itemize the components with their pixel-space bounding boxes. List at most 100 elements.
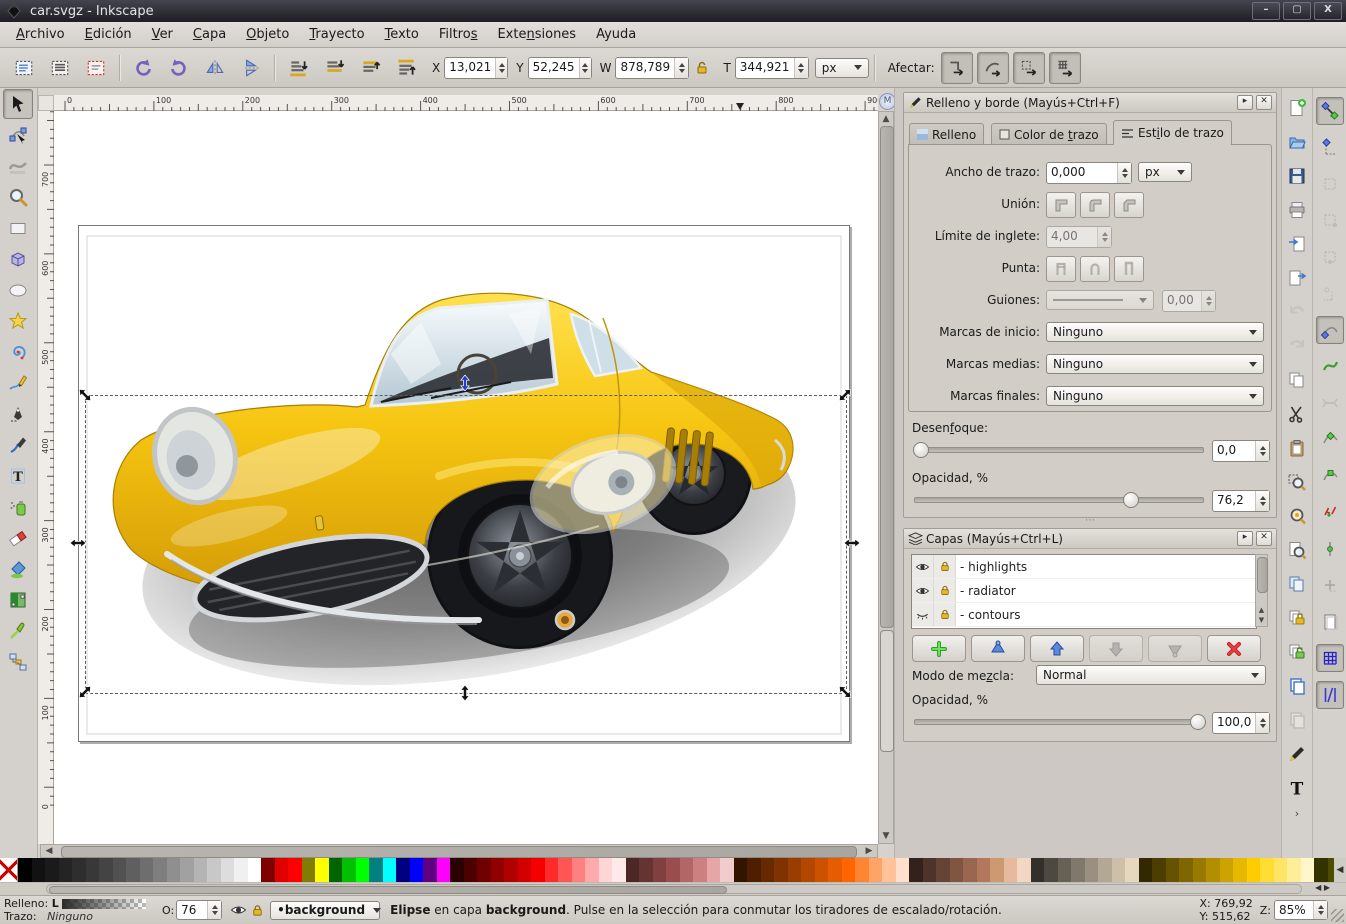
- command-zoom-drawing[interactable]: [1283, 502, 1311, 530]
- layer-raise-button[interactable]: [1030, 635, 1084, 662]
- palette-swatch[interactable]: [545, 858, 559, 882]
- zoom-input[interactable]: 85%: [1274, 900, 1328, 920]
- palette-swatch[interactable]: [1058, 858, 1072, 882]
- cap-square-button[interactable]: [1114, 256, 1144, 282]
- palette-swatch[interactable]: [585, 858, 599, 882]
- tab-stroke-paint[interactable]: Color de trazo: [991, 123, 1107, 145]
- palette-swatch[interactable]: [842, 858, 856, 882]
- palette-swatch[interactable]: [45, 858, 59, 882]
- command-clone[interactable]: [1283, 672, 1311, 700]
- palette-swatch[interactable]: [99, 858, 113, 882]
- panel-close-button[interactable]: ✕: [1256, 531, 1272, 546]
- palette-swatch[interactable]: [1004, 858, 1018, 882]
- toolbar-overflow-icon[interactable]: ›: [1282, 807, 1312, 820]
- vertical-scrollbar[interactable]: ▲ ▼: [878, 111, 894, 844]
- palette-swatch[interactable]: [639, 858, 653, 882]
- snap-nodes-toggle[interactable]: [1316, 316, 1344, 344]
- palette-swatch[interactable]: [180, 858, 194, 882]
- command-open[interactable]: [1283, 128, 1311, 156]
- selection-bbox[interactable]: [85, 395, 847, 694]
- palette-scroll-arrows[interactable]: ◀ ▶: [1315, 883, 1330, 892]
- snap-enable-toggle[interactable]: [1316, 97, 1344, 125]
- snap-bbox-edge-toggle[interactable]: [1316, 170, 1344, 198]
- palette-swatch[interactable]: [936, 858, 950, 882]
- lock-ratio-icon[interactable]: [695, 60, 709, 76]
- canvas[interactable]: [54, 111, 878, 844]
- dash-offset-input[interactable]: 0,00: [1162, 290, 1216, 312]
- command-new-document[interactable]: [1283, 94, 1311, 122]
- layer-name[interactable]: - highlights: [956, 560, 1027, 574]
- raise-button[interactable]: [354, 52, 386, 84]
- layer-lock-icon[interactable]: [251, 903, 264, 918]
- palette-swatch[interactable]: [32, 858, 46, 882]
- snap-bbox-toggle[interactable]: [1316, 133, 1344, 161]
- join-bevel-button[interactable]: [1114, 192, 1144, 218]
- affect-stroke-toggle[interactable]: [941, 52, 973, 84]
- menu-capa[interactable]: Capa: [183, 24, 236, 45]
- palette-swatch[interactable]: [194, 858, 208, 882]
- tool-paint-bucket[interactable]: [3, 554, 33, 584]
- palette-scroll-left-icon[interactable]: ◀: [1334, 858, 1346, 882]
- resize-grip[interactable]: [1331, 909, 1344, 922]
- palette-swatch[interactable]: [855, 858, 869, 882]
- palette-swatch[interactable]: [761, 858, 775, 882]
- palette-swatch[interactable]: [963, 858, 977, 882]
- palette-swatch[interactable]: [788, 858, 802, 882]
- panel-close-button[interactable]: ✕: [1256, 95, 1272, 110]
- y-input[interactable]: 52,245: [528, 57, 592, 79]
- fill-stroke-title[interactable]: Relleno y borde (Mayús+Ctrl+F) ▸ ✕: [904, 93, 1276, 113]
- palette-swatch[interactable]: [288, 858, 302, 882]
- join-miter-button[interactable]: [1046, 192, 1076, 218]
- palette-swatch[interactable]: [612, 858, 626, 882]
- lock-icon[interactable]: [934, 555, 956, 578]
- palette-swatch[interactable]: [558, 858, 572, 882]
- palette-swatch[interactable]: [720, 858, 734, 882]
- command-export[interactable]: [1283, 264, 1311, 292]
- palette-swatch[interactable]: [734, 858, 748, 882]
- palette-swatch[interactable]: [369, 858, 383, 882]
- palette-swatch[interactable]: [1098, 858, 1112, 882]
- palette-swatch[interactable]: [113, 858, 127, 882]
- layer-opacity-input[interactable]: 100,0: [1212, 712, 1270, 734]
- palette-swatch[interactable]: [383, 858, 397, 882]
- tool-bezier-pen[interactable]: [3, 399, 33, 429]
- palette-swatch[interactable]: [1179, 858, 1193, 882]
- palette-swatch[interactable]: [126, 858, 140, 882]
- tool-zoom[interactable]: [3, 182, 33, 212]
- affect-corners-toggle[interactable]: [977, 52, 1009, 84]
- layer-list[interactable]: - highlights - radiator- contours: [911, 554, 1257, 629]
- snap-guide-toggle[interactable]: [1316, 681, 1344, 709]
- layer-row[interactable]: - highlights: [912, 555, 1256, 579]
- close-button[interactable]: X: [1314, 2, 1342, 20]
- palette-swatch[interactable]: [1287, 858, 1301, 882]
- fill-stroke-indicator[interactable]: Relleno: L Trazo: Ninguno: [4, 897, 156, 923]
- command-fill-stroke-dialog[interactable]: [1283, 740, 1311, 768]
- flip-horizontal-button[interactable]: [199, 52, 231, 84]
- flip-vertical-button[interactable]: [235, 52, 267, 84]
- command-print[interactable]: [1283, 196, 1311, 224]
- palette-swatch[interactable]: [302, 858, 316, 882]
- lock-icon[interactable]: [934, 603, 956, 626]
- selection-scale-handle[interactable]: [457, 685, 473, 701]
- tool-ellipse[interactable]: [3, 275, 33, 305]
- palette-swatch[interactable]: [477, 858, 491, 882]
- command-zoom-selection[interactable]: [1283, 468, 1311, 496]
- palette-swatch[interactable]: [815, 858, 829, 882]
- palette-swatch[interactable]: [531, 858, 545, 882]
- palette-swatch[interactable]: [207, 858, 221, 882]
- menu-edicion[interactable]: Edición: [75, 24, 142, 45]
- menu-trayecto[interactable]: Trayecto: [299, 24, 374, 45]
- palette-swatch[interactable]: [1206, 858, 1220, 882]
- palette-swatch[interactable]: [1152, 858, 1166, 882]
- tool-selector[interactable]: [3, 89, 33, 119]
- dash-pattern-dropdown[interactable]: [1046, 290, 1154, 310]
- palette-swatch[interactable]: [869, 858, 883, 882]
- palette-swatch[interactable]: [990, 858, 1004, 882]
- current-layer-dropdown[interactable]: •background: [270, 901, 380, 920]
- eye-closed-icon[interactable]: [912, 603, 934, 626]
- command-text-dialog[interactable]: T: [1283, 774, 1311, 802]
- layer-row[interactable]: - radiator: [912, 579, 1256, 603]
- select-all-layers-button[interactable]: [44, 52, 76, 84]
- layer-row[interactable]: - contours: [912, 603, 1256, 627]
- lock-icon[interactable]: [934, 579, 956, 602]
